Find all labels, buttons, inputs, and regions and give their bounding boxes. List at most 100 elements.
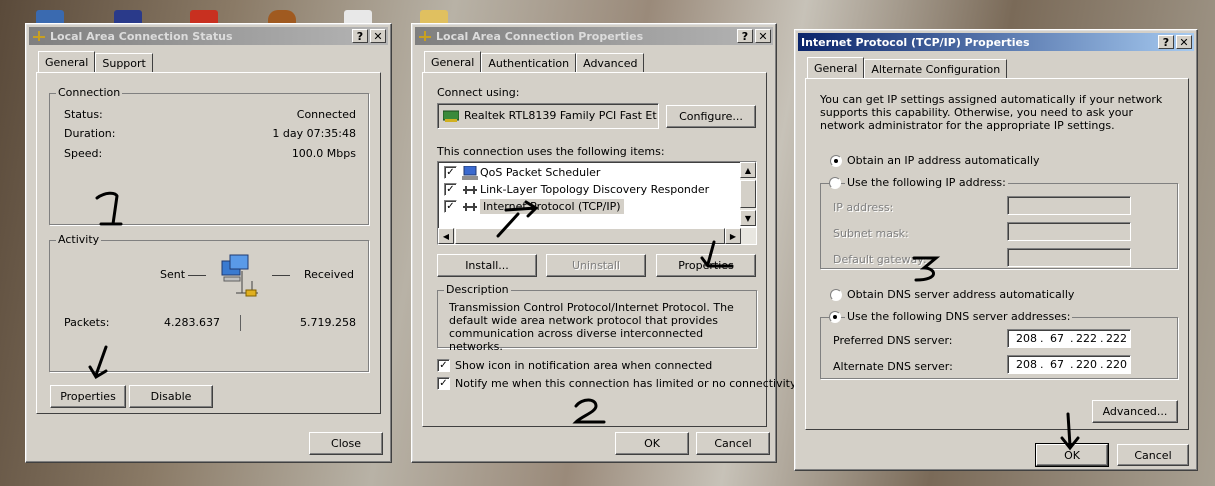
speed-value: 100.0 Mbps — [291, 147, 356, 160]
preferred-dns-octet-4: 222 — [1106, 332, 1127, 345]
preferred-dns-input[interactable]: 208 . 67 . 222 . 222 — [1007, 329, 1131, 348]
alternate-dns-input[interactable]: 208 . 67 . 220 . 220 — [1007, 355, 1131, 374]
close-button[interactable]: Close — [309, 432, 383, 455]
use-following-ip-label: Use the following IP address: — [845, 176, 1008, 189]
advanced-button[interactable]: Advanced... — [1092, 400, 1178, 423]
tcpip-properties-dialog: Internet Protocol (TCP/IP) Properties ? … — [794, 29, 1198, 471]
scroll-right-button[interactable]: ▶ — [725, 228, 741, 244]
components-list[interactable]: ✓ QoS Packet Scheduler ✓ Link-Layer Topo… — [437, 161, 757, 245]
tab-authentication[interactable]: Authentication — [481, 53, 577, 72]
obtain-ip-auto-radio[interactable] — [830, 155, 842, 167]
tab-general[interactable]: General — [807, 57, 865, 78]
default-gateway-input[interactable] — [1007, 248, 1131, 267]
use-following-ip-radio[interactable] — [829, 177, 841, 189]
item-label: Internet Protocol (TCP/IP) — [480, 199, 624, 214]
octet-dot: . — [1070, 358, 1074, 371]
tab-alternate-configuration[interactable]: Alternate Configuration — [864, 59, 1008, 78]
title-bar[interactable]: Local Area Connection Properties ? ✕ — [415, 27, 773, 45]
list-item[interactable]: ✓ Internet Protocol (TCP/IP) — [444, 198, 734, 215]
tab-panel: Connect using: Realtek RTL8139 Family PC… — [422, 72, 797, 427]
tab-advanced[interactable]: Advanced — [576, 53, 645, 72]
packets-received-value: 5.719.258 — [300, 316, 356, 329]
list-item[interactable]: ✓ QoS Packet Scheduler — [444, 164, 734, 181]
octet-dot: . — [1070, 332, 1074, 345]
use-following-dns-label: Use the following DNS server addresses: — [845, 310, 1073, 323]
tab-general[interactable]: General — [38, 51, 96, 72]
configure-button[interactable]: Configure... — [666, 105, 756, 128]
octet-dot: . — [1040, 358, 1044, 371]
alternate-dns-octet-2: 67 — [1050, 358, 1064, 371]
default-gateway-label: Default gateway: — [833, 253, 927, 266]
help-button[interactable]: ? — [737, 29, 753, 43]
alternate-dns-octet-3: 220 — [1076, 358, 1097, 371]
title-bar[interactable]: Local Area Connection Status ? ✕ — [29, 27, 388, 45]
help-button[interactable]: ? — [1158, 35, 1174, 49]
static-ip-group: Use the following IP address: IP address… — [820, 176, 1178, 269]
properties-button[interactable]: Properties — [50, 385, 126, 408]
notify-checkbox[interactable]: ✓ — [437, 377, 450, 390]
close-window-button[interactable]: ✕ — [370, 29, 386, 43]
tab-support[interactable]: Support — [95, 53, 153, 72]
intro-text: You can get IP settings assigned automat… — [820, 93, 1163, 132]
properties-button[interactable]: Properties — [656, 254, 756, 277]
close-window-button[interactable]: ✕ — [755, 29, 771, 43]
duration-label: Duration: — [64, 127, 116, 140]
dialog-title: Internet Protocol (TCP/IP) Properties — [801, 35, 1030, 49]
show-icon-checkbox[interactable]: ✓ — [437, 359, 450, 372]
connection-group: Connection Status: Connected Duration: 1… — [49, 86, 369, 225]
horizontal-scrollbar[interactable]: ◀ ▶ — [438, 228, 756, 244]
cancel-button[interactable]: Cancel — [696, 432, 770, 455]
ip-address-label: IP address: — [833, 201, 894, 214]
duration-value: 1 day 07:35:48 — [272, 127, 356, 140]
obtain-dns-auto-radio[interactable] — [830, 289, 842, 301]
network-protocol-icon — [462, 201, 478, 216]
octet-dot: . — [1100, 332, 1104, 345]
item-checkbox[interactable]: ✓ — [444, 200, 457, 213]
install-button[interactable]: Install... — [437, 254, 537, 277]
tab-general[interactable]: General — [424, 51, 482, 72]
static-dns-group: Use the following DNS server addresses: … — [820, 310, 1178, 379]
scroll-up-button[interactable]: ▲ — [740, 162, 756, 178]
ok-button[interactable]: OK — [1035, 443, 1109, 467]
use-following-dns-radio[interactable] — [829, 311, 841, 323]
preferred-dns-label: Preferred DNS server: — [833, 334, 953, 347]
network-protocol-icon — [462, 184, 478, 199]
scroll-down-button[interactable]: ▼ — [740, 210, 756, 226]
status-value: Connected — [296, 108, 356, 121]
packets-divider — [240, 315, 241, 331]
ok-button[interactable]: OK — [615, 432, 689, 455]
dialog-title: Local Area Connection Status — [50, 29, 233, 43]
disable-button[interactable]: Disable — [129, 385, 213, 408]
adapter-field: Realtek RTL8139 Family PCI Fast Et — [437, 103, 659, 129]
notify-label: Notify me when this connection has limit… — [455, 377, 797, 390]
help-button[interactable]: ? — [352, 29, 368, 43]
cancel-button[interactable]: Cancel — [1117, 444, 1189, 466]
item-checkbox[interactable]: ✓ — [444, 183, 457, 196]
show-icon-label: Show icon in notification area when conn… — [455, 359, 713, 372]
received-label: Received — [303, 268, 354, 281]
packets-sent-value: 4.283.637 — [164, 316, 220, 329]
uninstall-button[interactable]: Uninstall — [546, 254, 646, 277]
scroll-thumb[interactable] — [455, 228, 725, 244]
ip-address-input[interactable] — [1007, 196, 1131, 215]
connection-status-dialog: Local Area Connection Status ? ✕ General… — [25, 23, 392, 463]
scroll-thumb[interactable] — [740, 180, 756, 208]
connection-legend: Connection — [56, 86, 123, 99]
preferred-dns-octet-2: 67 — [1050, 332, 1064, 345]
vertical-scrollbar[interactable]: ▲ ▼ — [740, 162, 756, 226]
title-bar[interactable]: Internet Protocol (TCP/IP) Properties ? … — [798, 33, 1194, 51]
network-connection-icon — [32, 30, 46, 42]
speed-label: Speed: — [64, 147, 103, 160]
item-checkbox[interactable]: ✓ — [444, 166, 457, 179]
network-adapter-icon — [442, 110, 460, 125]
scroll-left-button[interactable]: ◀ — [438, 228, 454, 244]
description-text: Transmission Control Protocol/Internet P… — [449, 301, 734, 353]
activity-legend: Activity — [56, 233, 102, 246]
status-label: Status: — [64, 108, 103, 121]
list-item[interactable]: ✓ Link-Layer Topology Discovery Responde… — [444, 181, 734, 198]
preferred-dns-octet-3: 222 — [1076, 332, 1097, 345]
preferred-dns-octet-1: 208 — [1016, 332, 1037, 345]
subnet-mask-input[interactable] — [1007, 222, 1131, 241]
network-connection-icon — [418, 30, 432, 42]
close-window-button[interactable]: ✕ — [1176, 35, 1192, 49]
